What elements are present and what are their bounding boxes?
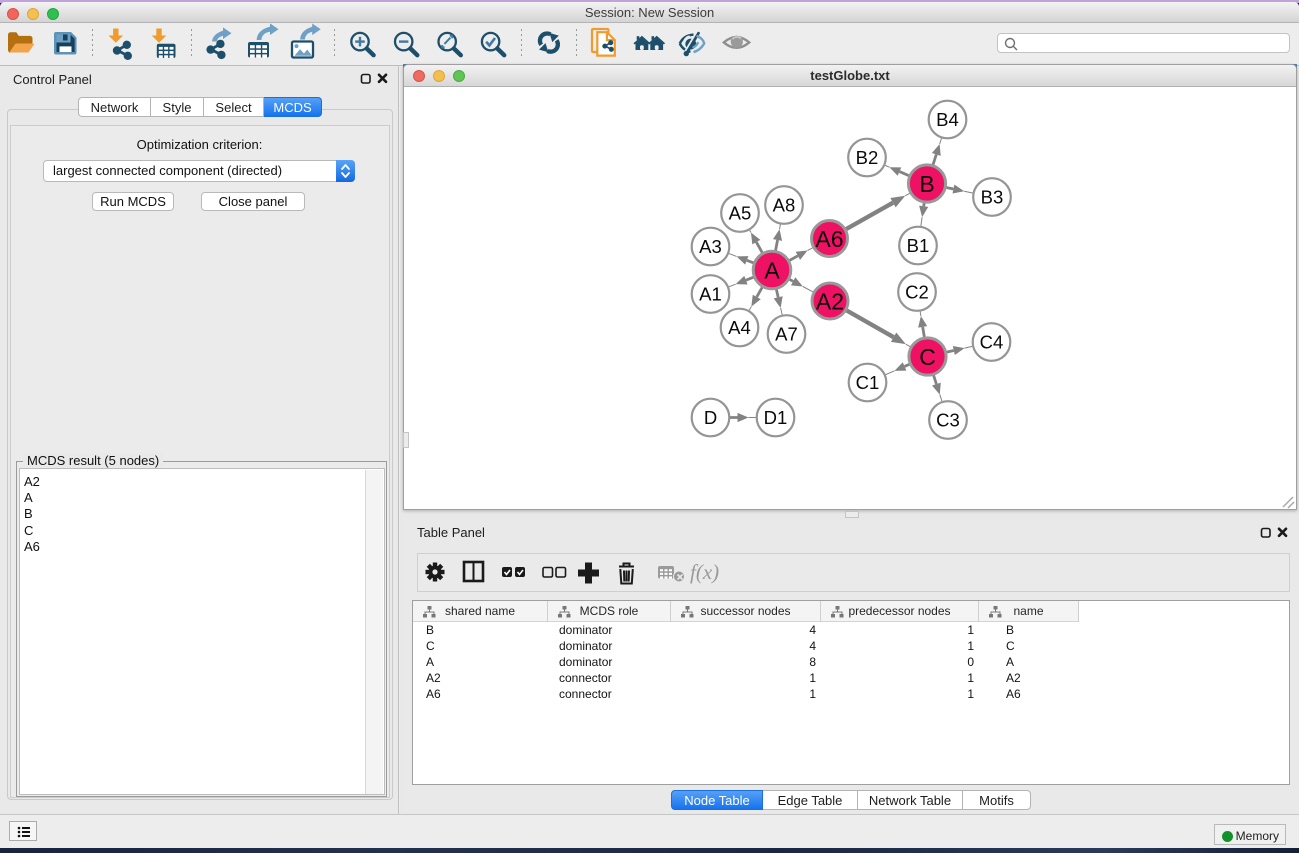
svg-text:f(x): f(x) [690, 560, 719, 584]
svg-text:B4: B4 [936, 109, 959, 130]
svg-text:A4: A4 [728, 317, 751, 338]
svg-text:A2: A2 [816, 288, 844, 314]
svg-text:C1: C1 [856, 372, 880, 393]
svg-text:A3: A3 [699, 236, 722, 257]
svg-text:A1: A1 [699, 284, 722, 305]
svg-text:B: B [919, 171, 934, 197]
svg-text:B3: B3 [981, 187, 1004, 208]
svg-text:A6: A6 [815, 226, 843, 252]
svg-text:A8: A8 [773, 195, 796, 216]
svg-text:B1: B1 [907, 235, 930, 256]
svg-text:C: C [919, 344, 936, 370]
svg-text:C2: C2 [905, 282, 929, 303]
svg-text:D: D [704, 407, 717, 428]
svg-text:A5: A5 [729, 203, 752, 224]
svg-text:B2: B2 [856, 147, 879, 168]
svg-text:A7: A7 [775, 324, 798, 345]
svg-text:C4: C4 [980, 332, 1004, 353]
svg-text:A: A [764, 257, 780, 283]
svg-text:D1: D1 [764, 407, 788, 428]
svg-text:C3: C3 [936, 410, 960, 431]
